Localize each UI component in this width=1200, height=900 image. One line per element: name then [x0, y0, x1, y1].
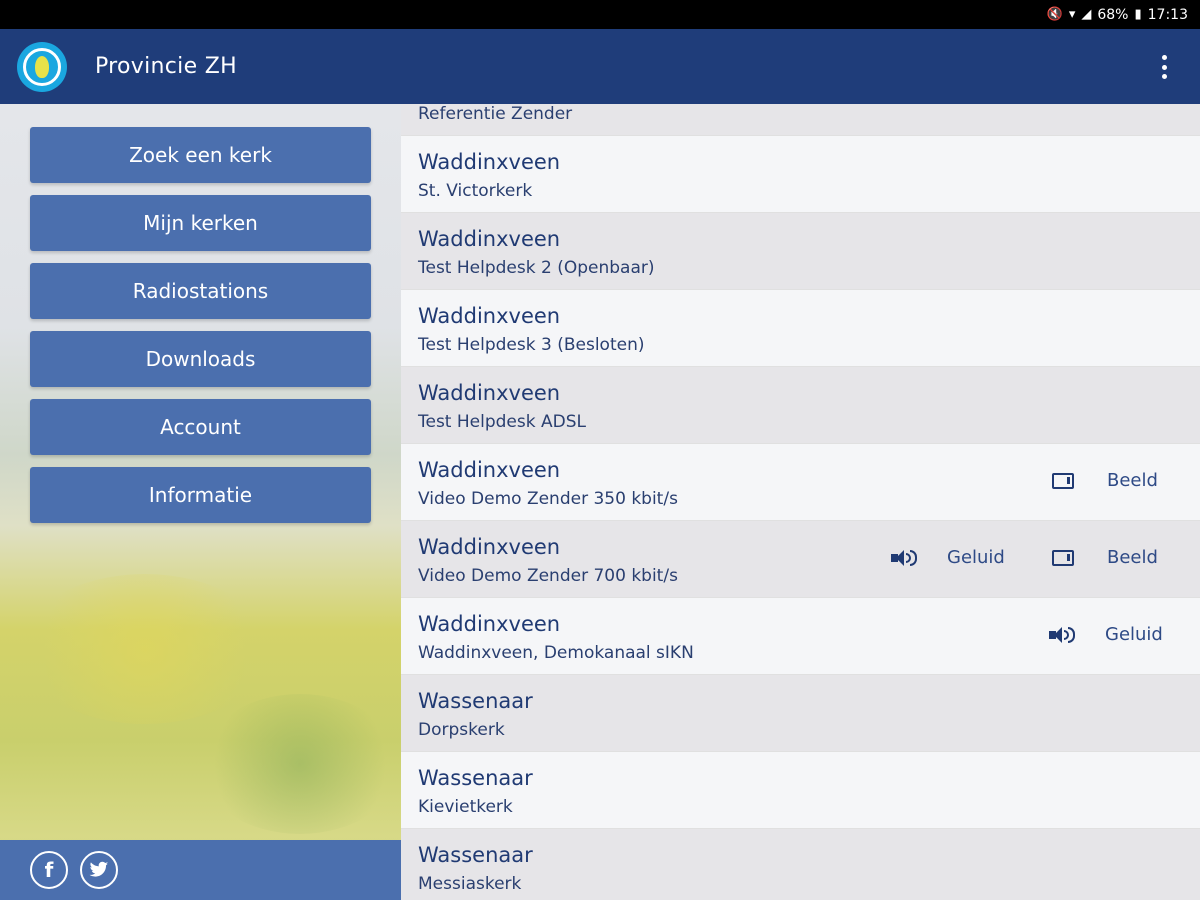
status-bar: 🔇 ▾ ◢ 68% ▮ 17:13 — [0, 0, 1200, 29]
mute-icon: 🔇 — [1046, 7, 1063, 22]
list-item[interactable]: Waddinxveen Test Helpdesk 2 (Openbaar) — [401, 213, 1200, 290]
list-item-name: Dorpskerk — [418, 720, 505, 740]
sidebar: Zoek een kerk Mijn kerken Radiostations … — [0, 104, 401, 900]
more-vert-icon[interactable] — [1154, 55, 1174, 79]
list-item[interactable]: Waddinxveen Test Helpdesk ADSL — [401, 367, 1200, 444]
list-item-city: Waddinxveen — [418, 381, 561, 405]
list-item[interactable]: Waddinxveen Waddinxveen, Demokanaal sIKN… — [401, 598, 1200, 675]
list-item[interactable]: Waddinxveen Video Demo Zender 350 kbit/s… — [401, 444, 1200, 521]
speaker-icon — [890, 548, 918, 568]
tv-icon — [1049, 548, 1077, 568]
audio-label: Geluid — [947, 547, 1005, 568]
app-logo-icon — [17, 41, 67, 92]
menu-button-mijn-kerken[interactable]: Mijn kerken — [30, 195, 371, 251]
list-item-city: Waddinxveen — [418, 458, 561, 482]
list-item-name: Waddinxveen, Demokanaal sIKN — [418, 643, 694, 663]
list-item-name: Referentie Zender — [418, 104, 573, 124]
twitter-icon[interactable] — [80, 851, 118, 889]
wifi-icon: ▾ — [1068, 7, 1076, 22]
list-item-name: Test Helpdesk 3 (Besloten) — [418, 335, 645, 355]
list-item-city: Waddinxveen — [418, 304, 561, 328]
signal-icon: ◢ — [1081, 7, 1092, 22]
facebook-icon[interactable]: f — [30, 851, 68, 889]
video-label: Beeld — [1107, 547, 1158, 568]
sidebar-menu: Zoek een kerk Mijn kerken Radiostations … — [30, 127, 371, 535]
app-title: Provincie ZH — [95, 54, 237, 79]
church-list: Referentie Zender Waddinxveen St. Victor… — [401, 104, 1200, 900]
list-item[interactable]: Waddinxveen Test Helpdesk 3 (Besloten) — [401, 290, 1200, 367]
speaker-icon — [1048, 625, 1076, 645]
list-item[interactable]: Wassenaar Dorpskerk — [401, 675, 1200, 752]
audio-label: Geluid — [1105, 624, 1163, 645]
list-item[interactable]: Referentie Zender — [401, 104, 1200, 136]
menu-button-informatie[interactable]: Informatie — [30, 467, 371, 523]
menu-button-zoek-een-kerk[interactable]: Zoek een kerk — [30, 127, 371, 183]
clock: 17:13 — [1147, 6, 1188, 23]
list-item[interactable]: Wassenaar Messiaskerk — [401, 829, 1200, 900]
menu-button-radiostations[interactable]: Radiostations — [30, 263, 371, 319]
list-item[interactable]: Wassenaar Kievietkerk — [401, 752, 1200, 829]
video-button[interactable]: Beeld — [1049, 547, 1158, 568]
list-item-city: Waddinxveen — [418, 612, 561, 636]
video-button[interactable]: Beeld — [1049, 470, 1158, 491]
menu-button-downloads[interactable]: Downloads — [30, 331, 371, 387]
battery-icon: ▮ — [1134, 7, 1142, 22]
list-item-city: Waddinxveen — [418, 227, 561, 251]
list-item-name: Video Demo Zender 350 kbit/s — [418, 489, 678, 509]
list-item[interactable]: Waddinxveen St. Victorkerk — [401, 136, 1200, 213]
list-item-city: Wassenaar — [418, 689, 533, 713]
list-item-name: Video Demo Zender 700 kbit/s — [418, 566, 678, 586]
list-item-city: Wassenaar — [418, 843, 533, 867]
audio-button[interactable]: Geluid — [890, 547, 1005, 568]
app-bar: Provincie ZH — [0, 29, 1200, 104]
battery-percentage: 68% — [1097, 6, 1129, 23]
list-item-name: St. Victorkerk — [418, 181, 533, 201]
list-item-name: Messiaskerk — [418, 874, 522, 894]
list-item-name: Test Helpdesk 2 (Openbaar) — [418, 258, 655, 278]
tv-icon — [1049, 471, 1077, 491]
list-item-city: Waddinxveen — [418, 535, 561, 559]
video-label: Beeld — [1107, 470, 1158, 491]
audio-button[interactable]: Geluid — [1048, 624, 1163, 645]
list-item-name: Kievietkerk — [418, 797, 513, 817]
social-bar: f — [0, 840, 401, 900]
list-item-city: Waddinxveen — [418, 150, 561, 174]
menu-button-account[interactable]: Account — [30, 399, 371, 455]
list-item-city: Wassenaar — [418, 766, 533, 790]
list-item-name: Test Helpdesk ADSL — [418, 412, 586, 432]
list-item[interactable]: Waddinxveen Video Demo Zender 700 kbit/s… — [401, 521, 1200, 598]
